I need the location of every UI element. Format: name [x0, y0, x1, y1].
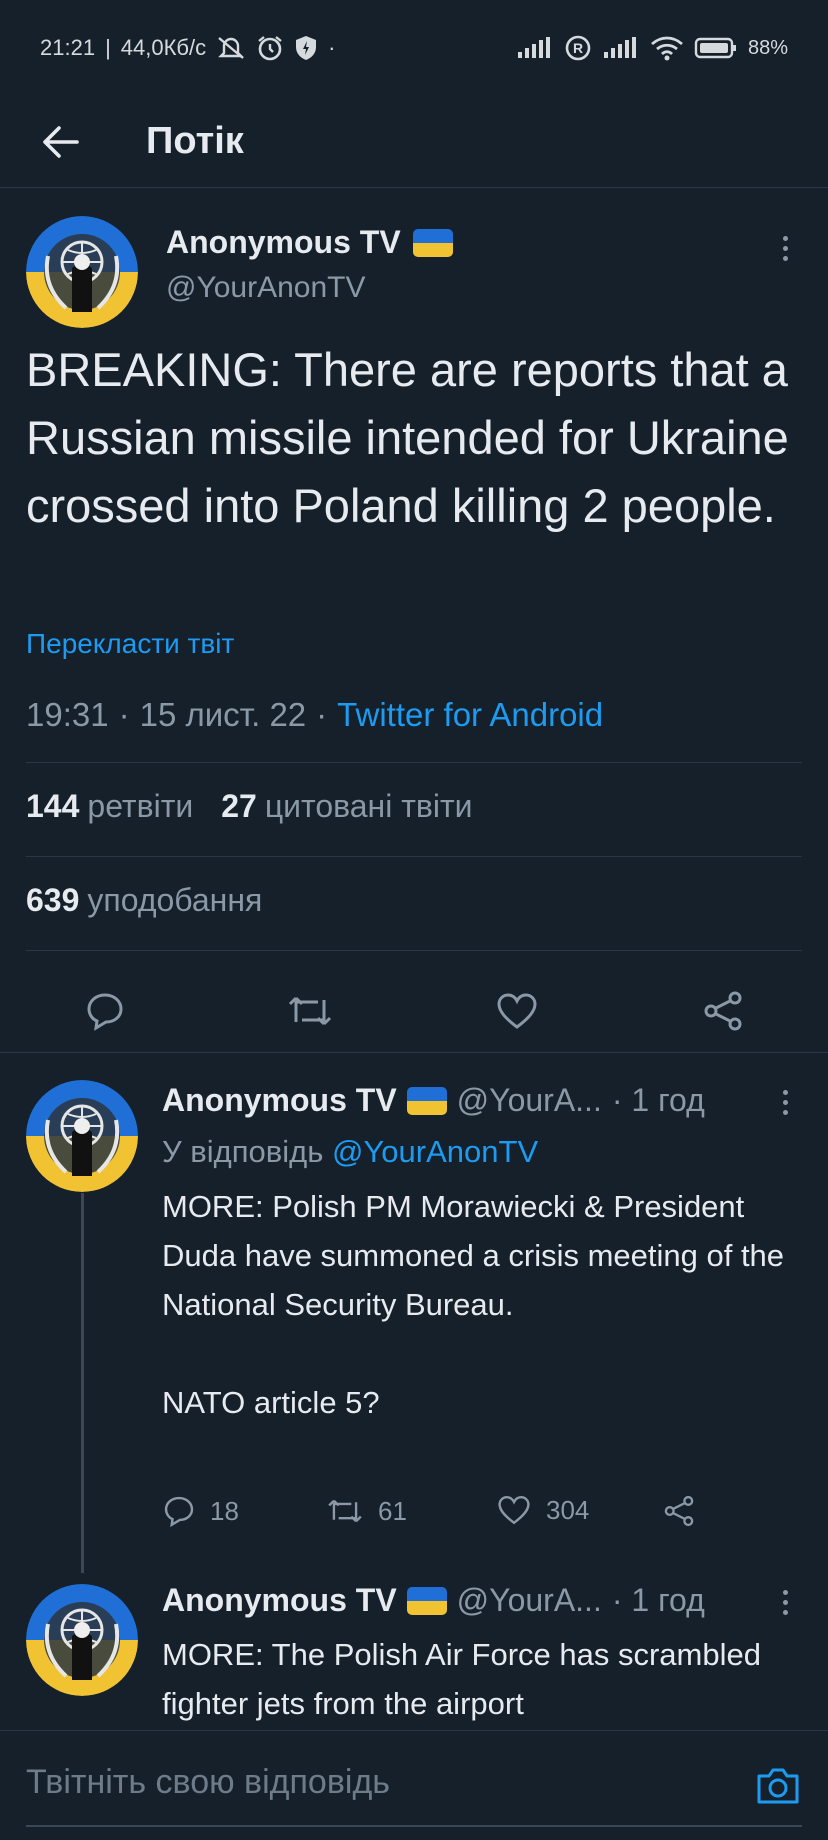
- heart-icon: [497, 993, 537, 1029]
- reply-icon: [164, 1496, 194, 1528]
- tweet-date: 15 лист. 22: [139, 696, 307, 733]
- reply-time: · 1 год: [611, 1082, 705, 1118]
- tweet-text: BREAKING: There are reports that a Russi…: [26, 343, 789, 532]
- tweet-actions: [0, 974, 828, 1054]
- reply-button[interactable]: [80, 986, 130, 1036]
- retweet-button[interactable]: 61: [326, 1494, 407, 1528]
- status-time: 21:21: [40, 35, 96, 60]
- retweet-stats[interactable]: 144 ретвіти 27 цитовані твіти: [26, 788, 473, 825]
- reply-header: Anonymous TV @YourA... · 1 год: [162, 1082, 705, 1119]
- thread-line: [81, 1193, 84, 1573]
- tweet-time: 19:31: [26, 696, 109, 733]
- author-name-row: Anonymous TV: [166, 224, 453, 261]
- mute-icon: [216, 35, 246, 61]
- retweet-icon: [328, 1499, 362, 1523]
- network-speed: 44,0Кб/с: [120, 35, 207, 60]
- status-bar: 21:21 | 44,0Кб/с · R 88%: [0, 0, 828, 96]
- roaming-icon: R: [564, 34, 592, 62]
- reply-time: · 1 год: [611, 1582, 705, 1618]
- arrow-left-icon: [43, 125, 79, 158]
- more-options-icon[interactable]: [773, 1590, 797, 1615]
- like-button[interactable]: [492, 986, 542, 1036]
- author-handle[interactable]: @YourA...: [457, 1582, 602, 1619]
- reply-actions: 18 61 304: [162, 1494, 722, 1538]
- reply-icon: [87, 993, 123, 1031]
- status-left: 21:21 | 44,0Кб/с ·: [40, 34, 335, 62]
- ukraine-flag-icon: [406, 1586, 447, 1615]
- shield-icon: [294, 35, 318, 61]
- retweet-button[interactable]: [285, 986, 335, 1036]
- retweet-count: 61: [378, 1495, 407, 1526]
- header: Потік: [0, 96, 828, 188]
- page-title: Потік: [146, 120, 244, 162]
- reply-count: 18: [210, 1495, 239, 1526]
- alarm-icon: [256, 34, 284, 62]
- anonymous-logo-icon: [26, 1584, 138, 1696]
- author-handle[interactable]: @YourA...: [457, 1082, 602, 1119]
- reply-to: У відповідь @YourAnonTV: [162, 1134, 538, 1170]
- reply-header: Anonymous TV @YourA... · 1 год: [162, 1582, 705, 1619]
- retweet-label: ретвіти: [87, 788, 194, 824]
- wifi-icon: [650, 35, 684, 61]
- battery-icon: [694, 36, 738, 60]
- like-count: 304: [546, 1494, 590, 1525]
- quote-label: цитовані твіти: [264, 788, 473, 824]
- quote-count: 27: [221, 788, 257, 824]
- like-stats[interactable]: 639 уподобання: [26, 882, 262, 919]
- author-name[interactable]: Anonymous TV: [162, 1082, 397, 1119]
- author-info: Anonymous TV @YourAnonTV: [166, 224, 453, 305]
- reply-input[interactable]: Твітніть свою відповідь: [26, 1763, 390, 1802]
- tweet-source[interactable]: Twitter for Android: [337, 696, 603, 734]
- reply-text: MORE: The Polish Air Force has scrambled…: [162, 1637, 761, 1721]
- ukraine-flag-icon: [406, 1086, 447, 1115]
- meta-dot: ·: [118, 696, 130, 733]
- status-right: R 88%: [516, 34, 788, 62]
- like-button[interactable]: 304: [496, 1494, 589, 1526]
- battery-level: 88%: [747, 36, 788, 59]
- like-label: уподобання: [87, 882, 263, 918]
- more-options-icon[interactable]: [773, 236, 797, 261]
- signal-icon: [516, 36, 554, 60]
- avatar[interactable]: [26, 1080, 138, 1192]
- reply-text: MORE: Polish PM Morawiecki & President D…: [162, 1189, 785, 1420]
- like-count: 639: [26, 882, 80, 918]
- reply-to-handle[interactable]: @YourAnonTV: [332, 1134, 538, 1169]
- reply-to-label: У відповідь: [162, 1134, 324, 1169]
- avatar[interactable]: [26, 216, 138, 328]
- thread-separator: [0, 1052, 828, 1053]
- share-icon: [704, 991, 742, 1031]
- reply-button[interactable]: 18: [162, 1494, 239, 1528]
- heart-icon: [498, 1495, 530, 1525]
- share-button[interactable]: [698, 986, 748, 1036]
- signal-icon-2: [602, 36, 640, 60]
- status-dot: ·: [328, 35, 336, 60]
- camera-button[interactable]: [752, 1759, 804, 1811]
- more-options-icon[interactable]: [773, 1090, 797, 1115]
- tweet-meta: 19:31 · 15 лист. 22 · Twitter for Androi…: [26, 696, 603, 734]
- input-underline: [26, 1825, 802, 1827]
- divider: [26, 856, 802, 857]
- camera-icon: [757, 1768, 799, 1804]
- divider: [26, 762, 802, 763]
- ukraine-flag-icon: [412, 228, 453, 257]
- status-separator: |: [105, 35, 111, 60]
- retweet-icon: [288, 996, 332, 1026]
- author-name[interactable]: Anonymous TV: [162, 1582, 397, 1619]
- retweet-count: 144: [26, 788, 80, 824]
- share-icon: [664, 1495, 694, 1527]
- anonymous-logo-icon: [26, 216, 138, 328]
- anonymous-logo-icon: [26, 1080, 138, 1192]
- divider: [26, 950, 802, 951]
- compose-bar: Твітніть свою відповідь: [0, 1730, 828, 1840]
- meta-dot: ·: [316, 696, 328, 733]
- back-button[interactable]: [26, 107, 96, 177]
- avatar[interactable]: [26, 1584, 138, 1696]
- svg-text:R: R: [573, 40, 583, 56]
- author-name[interactable]: Anonymous TV: [166, 224, 401, 261]
- author-handle[interactable]: @YourAnonTV: [166, 271, 453, 305]
- share-button[interactable]: [662, 1494, 696, 1528]
- translate-link[interactable]: Перекласти твіт: [26, 628, 234, 660]
